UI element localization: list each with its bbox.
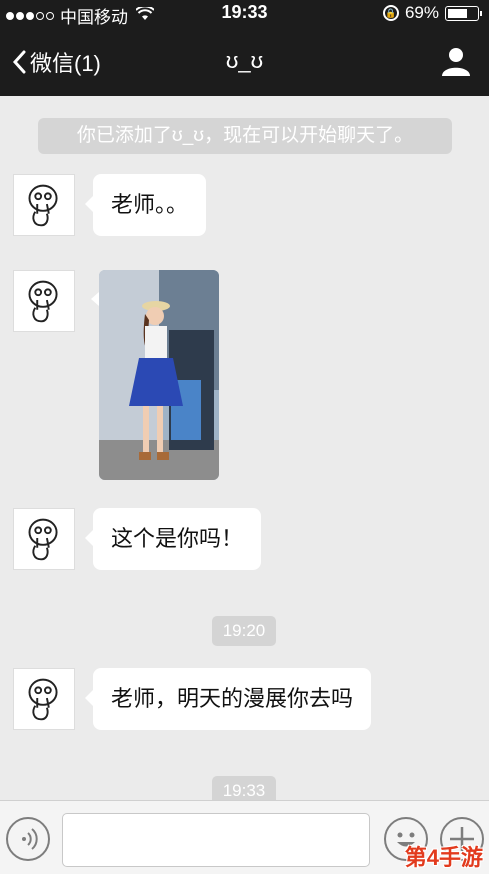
chat-area[interactable]: 你已添加了ʊ_ʊ，现在可以开始聊天了。 老师。。 这个是你吗！ 19:20 老师… <box>0 96 489 800</box>
watermark-logo: 第4手游 <box>404 845 483 870</box>
message-bubble[interactable]: 老师。。 <box>84 174 207 236</box>
status-right: 🔒 69% <box>382 3 482 23</box>
battery-icon <box>445 5 482 21</box>
image-message[interactable] <box>99 270 219 480</box>
message-bubble[interactable]: 这个是你吗！ <box>84 508 262 570</box>
chat-title: ʊ_ʊ <box>225 48 264 73</box>
system-note: 你已添加了ʊ_ʊ，现在可以开始聊天了。 <box>38 118 452 154</box>
header: 中国移动 19:33 🔒 69% 微信(1) ʊ_ʊ <box>0 0 489 96</box>
timestamp: 19:20 <box>212 616 276 646</box>
nav-bar: 微信(1) ʊ_ʊ <box>0 40 489 86</box>
bubble-tail <box>91 292 99 306</box>
voice-button[interactable] <box>6 817 50 861</box>
contact-avatar[interactable] <box>13 508 75 570</box>
message-input[interactable] <box>62 813 370 867</box>
contact-avatar[interactable] <box>13 174 75 236</box>
rotation-lock-icon: 🔒 <box>382 5 399 21</box>
voice-icon <box>22 828 38 850</box>
profile-button[interactable] <box>441 46 471 81</box>
person-icon <box>442 48 470 76</box>
status-bar: 中国移动 19:33 🔒 69% <box>0 0 489 27</box>
contact-avatar[interactable] <box>13 270 75 332</box>
message-bubble[interactable]: 老师，明天的漫展你去吗 <box>84 668 372 730</box>
timestamp: 19:33 <box>212 776 276 800</box>
battery-percent: 69% <box>404 3 439 22</box>
contact-avatar[interactable] <box>13 668 75 730</box>
